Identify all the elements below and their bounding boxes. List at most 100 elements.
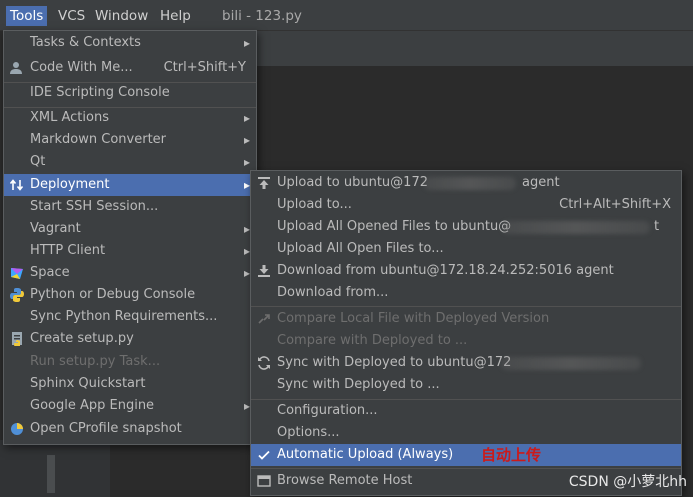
menu-item-sync-python-requirements[interactable]: Sync Python Requirements... [4,306,256,328]
menu-item-label-suffix: agent [522,175,560,190]
editor-toolbar [255,30,693,66]
menu-item-label: Upload All Open Files to... [277,241,444,256]
menu-vcs[interactable]: VCS [58,6,85,26]
menu-item-markdown-converter[interactable]: Markdown Converter ▸ [4,129,256,151]
menu-item-label: Upload to ubuntu@172 [277,175,428,190]
menu-item-label: Create setup.py [30,331,134,346]
scrollbar-thumb[interactable] [47,455,55,493]
menu-item-ide-scripting-console[interactable]: IDE Scripting Console [4,82,256,104]
profile-icon [9,421,25,437]
shortcut-label: Ctrl+Shift+Y [163,60,246,75]
upload-icon [256,175,272,191]
menu-item-label: Start SSH Session... [30,199,159,214]
menu-item-code-with-me[interactable]: Code With Me... Ctrl+Shift+Y [4,57,256,79]
menu-item-label-suffix: t [654,219,660,234]
menu-item-download-from[interactable]: Download from... [251,282,681,304]
menu-bar: Tools VCS Window Help bili - 123.py [0,0,693,31]
menu-separator [251,468,681,469]
download-icon [256,263,272,279]
menu-item-label: Vagrant [30,221,81,236]
deployment-submenu: Upload to ubuntu@172 agent Upload to... … [250,170,682,496]
editor-gutter [0,440,110,497]
menu-item-run-setup-py-task[interactable]: Run setup.py Task... [4,351,256,373]
menu-item-label: Download from ubuntu@172.18.24.252:5016 … [277,263,614,278]
menu-item-upload-to[interactable]: Upload to... Ctrl+Alt+Shift+X [251,194,681,216]
menu-item-label: IDE Scripting Console [30,85,170,100]
menu-window[interactable]: Window [95,6,148,26]
chevron-right-icon: ▸ [243,111,250,125]
menu-item-tasks-contexts[interactable]: Tasks & Contexts ▸ [4,32,256,54]
watermark: CSDN @小萝北hh [568,474,687,490]
redacted-text [502,221,650,234]
menu-item-label: Automatic Upload (Always) [277,447,454,462]
menu-item-label: Sync Python Requirements... [30,309,218,324]
sync-icon [256,355,272,371]
menu-item-deployment[interactable]: Deployment ▸ [4,174,256,196]
menu-item-sync-with-deployed-ubuntu[interactable]: Sync with Deployed to ubuntu@172 [251,352,681,374]
menu-item-label: Browse Remote Host [277,473,413,488]
space-icon [9,265,25,281]
menu-item-upload-to-agent[interactable]: Upload to ubuntu@172 agent [251,172,681,194]
redacted-text [424,177,516,190]
menu-item-label: HTTP Client [30,243,106,258]
menu-item-label: Upload to... [277,197,352,212]
menu-item-label: Code With Me... [30,60,133,75]
menu-item-label: XML Actions [30,110,109,125]
menu-item-open-cprofile-snapshot[interactable]: Open CProfile snapshot [4,418,256,440]
menu-item-sync-with-deployed-to[interactable]: Sync with Deployed to ... [251,374,681,396]
setup-icon [9,331,25,347]
python-icon [9,287,25,303]
annotation-note: 自动上传 [481,446,542,464]
menu-item-vagrant[interactable]: Vagrant ▸ [4,218,256,240]
menu-item-label: Space [30,265,70,280]
menu-item-qt[interactable]: Qt ▸ [4,151,256,173]
compare-icon [256,311,272,327]
window-title: bili - 123.py [222,8,302,24]
chevron-right-icon: ▸ [243,36,250,50]
menu-item-http-client[interactable]: HTTP Client ▸ [4,240,256,262]
menu-item-compare-local-file[interactable]: Compare Local File with Deployed Version [251,308,681,330]
menu-item-label: Compare with Deployed to ... [277,333,468,348]
menu-item-label: Deployment [30,177,110,192]
menu-item-upload-all-open-files[interactable]: Upload All Open Files to... [251,238,681,260]
menu-item-xml-actions[interactable]: XML Actions ▸ [4,107,256,129]
menu-item-label: Markdown Converter [30,132,167,147]
chevron-right-icon: ▸ [243,133,250,147]
menu-item-automatic-upload[interactable]: Automatic Upload (Always) 自动上传 [251,444,681,466]
menu-item-start-ssh-session[interactable]: Start SSH Session... [4,196,256,218]
menu-item-label: Download from... [277,285,389,300]
menu-item-python-console[interactable]: Python or Debug Console [4,284,256,306]
menu-item-label: Upload All Opened Files to ubuntu@ [277,219,512,234]
menu-item-label: Tasks & Contexts [30,35,141,50]
menu-item-label: Open CProfile snapshot [30,421,182,436]
menu-item-label: Configuration... [277,403,378,418]
menu-item-label: Run setup.py Task... [30,354,161,369]
menu-item-label: Compare Local File with Deployed Version [277,311,550,326]
menu-item-label: Google App Engine [30,398,155,413]
menu-item-compare-with-deployed[interactable]: Compare with Deployed to ... [251,330,681,352]
menu-item-label: Sync with Deployed to ... [277,377,440,392]
menu-item-label: Sync with Deployed to ubuntu@172 [277,355,512,370]
menu-item-options[interactable]: Options... [251,422,681,444]
checkmark-icon [256,447,272,463]
redacted-text [501,357,641,370]
menu-item-google-app-engine[interactable]: Google App Engine ▸ [4,395,256,417]
browse-icon [256,473,272,489]
menu-item-download-from-agent[interactable]: Download from ubuntu@172.18.24.252:5016 … [251,260,681,282]
menu-tools[interactable]: Tools [6,6,48,26]
menu-item-label: Python or Debug Console [30,287,196,302]
tools-menu: Tasks & Contexts ▸ Code With Me... Ctrl+… [3,30,257,445]
shortcut-label: Ctrl+Alt+Shift+X [559,197,671,212]
user-icon [9,60,25,76]
menu-item-label: Options... [277,425,340,440]
menu-item-space[interactable]: Space ▸ [4,262,256,284]
deployment-icon [9,177,25,193]
menu-separator [251,306,681,307]
menu-item-configuration[interactable]: Configuration... [251,400,681,422]
menu-item-label: Qt [30,154,46,169]
menu-item-label: Sphinx Quickstart [30,376,146,391]
menu-item-create-setup-py[interactable]: Create setup.py [4,328,256,350]
menu-item-sphinx-quickstart[interactable]: Sphinx Quickstart [4,373,256,395]
menu-help[interactable]: Help [160,6,191,26]
menu-item-upload-all-opened-files-to[interactable]: Upload All Opened Files to ubuntu@ t [251,216,681,238]
